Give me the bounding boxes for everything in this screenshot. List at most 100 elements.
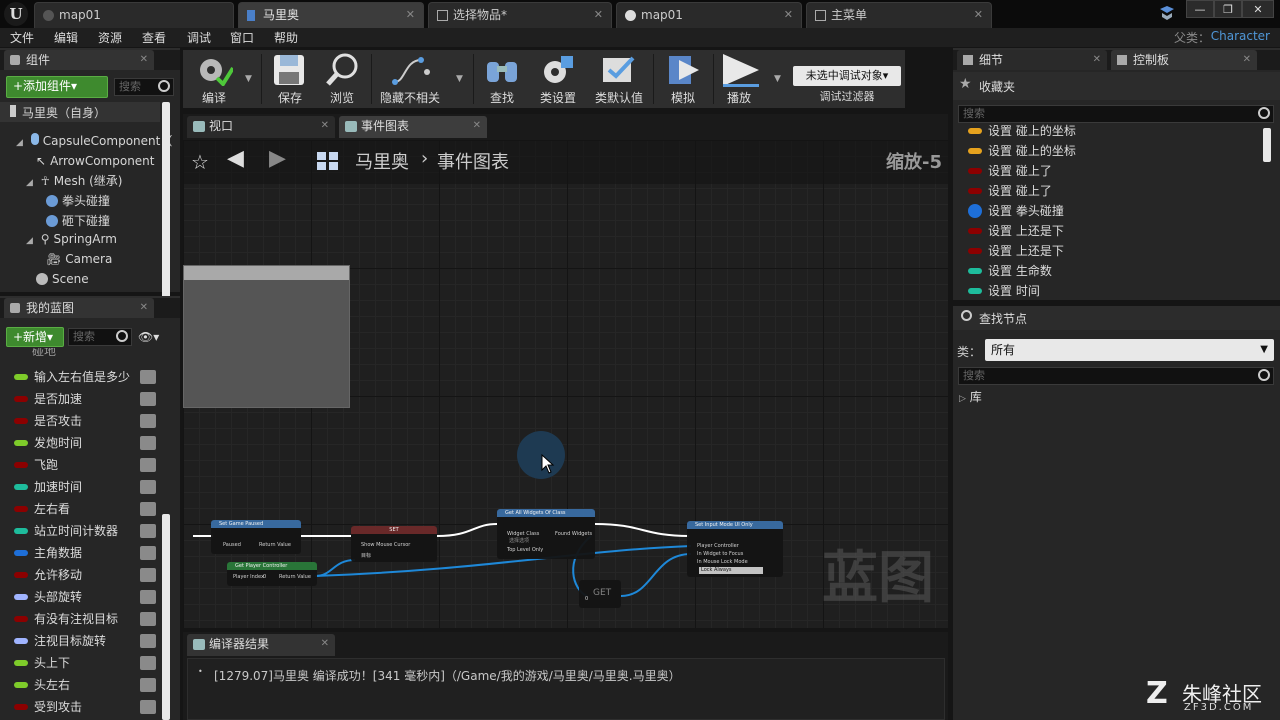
tree-item-camera[interactable]: 🎥︎ Camera — [46, 252, 112, 266]
visibility-icon[interactable] — [140, 568, 156, 582]
close-icon[interactable]: ✕ — [784, 3, 793, 27]
variable-item[interactable]: 头左右 — [14, 674, 156, 696]
class-defaults-button[interactable]: 类默认值 — [589, 50, 649, 108]
favorite-item[interactable]: 设置 上还是下 — [968, 241, 1064, 261]
close-icon[interactable]: ✕ — [974, 3, 983, 27]
components-search-input[interactable]: 搜索 — [114, 78, 174, 96]
visibility-icon[interactable] — [140, 502, 156, 516]
components-scrollbar[interactable] — [162, 102, 170, 308]
visibility-icon[interactable] — [140, 414, 156, 428]
unreal-logo-icon[interactable]: U — [4, 2, 28, 26]
tab-main-menu[interactable]: 主菜单 ✕ — [806, 2, 992, 28]
tab-palette[interactable]: 控制板 ✕ — [1111, 50, 1257, 70]
favorite-item[interactable]: 设置 碰上了 — [968, 181, 1052, 201]
favorite-item[interactable]: 设置 上还是下 — [968, 221, 1064, 241]
tree-item-mesh[interactable]: ◢ ☥ Mesh (继承) — [26, 172, 122, 189]
add-component-button[interactable]: +添加组件▾ — [6, 76, 108, 98]
node-set-show-mouse-cursor[interactable]: SET Show Mouse Cursor 目标 — [351, 526, 437, 562]
tab-mario[interactable]: 马里奥 ✕ — [238, 2, 424, 28]
visibility-icon[interactable] — [140, 612, 156, 626]
menu-view[interactable]: 查看 — [142, 29, 166, 46]
favorite-item[interactable]: 设置 碰上了 — [968, 161, 1052, 181]
play-button[interactable]: 播放 — [717, 50, 761, 108]
visibility-icon[interactable] — [140, 480, 156, 494]
variable-item[interactable]: 注视目标旋转 — [14, 630, 156, 652]
variable-item[interactable]: 主角数据 — [14, 542, 156, 564]
node-set-input-mode-ui-only[interactable]: Set Input Mode UI Only Player Controller… — [687, 521, 783, 577]
simulate-button[interactable]: 模拟 — [657, 50, 709, 108]
chevron-down-icon[interactable]: ▼ — [245, 74, 252, 84]
favorite-item[interactable]: 设置 碰上的坐标 — [968, 141, 1076, 161]
chevron-down-icon[interactable]: ▼ — [774, 74, 781, 84]
variable-item[interactable]: 头上下 — [14, 652, 156, 674]
tree-item-smash[interactable]: 砸下碰撞 — [46, 212, 110, 229]
tree-item-self[interactable]: 马里奥（自身） — [10, 104, 106, 121]
blueprint-scrollbar[interactable] — [162, 514, 170, 720]
variable-item[interactable]: 是否加速 — [14, 388, 156, 410]
compile-button[interactable]: 编译 — [187, 50, 241, 108]
node-get-player-controller[interactable]: Get Player Controller Player Index 0 Ret… — [227, 562, 317, 586]
save-button[interactable]: 保存 — [265, 50, 315, 108]
hide-unrelated-button[interactable]: 隐藏不相关 — [375, 50, 445, 108]
tab-details[interactable]: 细节 ✕ — [957, 50, 1107, 70]
variable-item[interactable]: 是否攻击 — [14, 410, 156, 432]
class-settings-button[interactable]: 类设置 — [533, 50, 583, 108]
menu-file[interactable]: 文件 — [10, 29, 34, 46]
tree-item-scene[interactable]: Scene — [36, 272, 89, 286]
variable-item[interactable]: 允许移动 — [14, 564, 156, 586]
compiler-results-tab[interactable]: 编译器结果 ✕ — [187, 634, 335, 656]
tab-map01[interactable]: map01 — [34, 2, 234, 28]
visibility-icon[interactable] — [140, 436, 156, 450]
visibility-icon[interactable] — [140, 678, 156, 692]
variable-item[interactable]: 加速时间 — [14, 476, 156, 498]
tab-select-item[interactable]: 选择物品* ✕ — [428, 2, 612, 28]
event-graph-canvas[interactable]: ☆ ◀ ▶ 马里奥 › 事件图表 缩放-5 Set Game Paused Pa… — [183, 140, 948, 628]
close-icon[interactable]: ✕ — [594, 3, 603, 27]
variable-item[interactable]: 头部旋转 — [14, 586, 156, 608]
variable-item[interactable]: 左右看 — [14, 498, 156, 520]
eye-icon[interactable]: 👁︎▾ — [138, 330, 168, 344]
favorite-item[interactable]: 设置 碰上的坐标 — [968, 121, 1076, 141]
close-icon[interactable]: ✕ — [406, 3, 415, 27]
chevron-down-icon[interactable]: ▼ — [456, 74, 463, 84]
close-icon[interactable]: ✕ — [140, 50, 148, 70]
close-icon[interactable]: ✕ — [1243, 50, 1251, 70]
visibility-icon[interactable] — [140, 590, 156, 604]
tree-item-springarm[interactable]: ◢ ⚲ SpringArm — [26, 232, 117, 246]
node-get-all-widgets[interactable]: Get All Widgets Of Class Widget Class 选择… — [497, 509, 595, 559]
variable-item[interactable]: 发炮时间 — [14, 432, 156, 454]
menu-help[interactable]: 帮助 — [274, 29, 298, 46]
class-select[interactable]: 所有 ▼ — [985, 339, 1274, 361]
close-icon[interactable]: ✕ — [1093, 50, 1101, 70]
blueprint-search-input[interactable]: 搜索 — [68, 328, 132, 346]
close-icon[interactable]: ✕ — [321, 634, 329, 654]
find-node-search-input[interactable]: 搜索 — [958, 367, 1274, 385]
close-window-button[interactable]: ✕ — [1242, 0, 1274, 18]
tree-item-fist[interactable]: 拳头碰撞 — [46, 192, 110, 209]
menu-edit[interactable]: 编辑 — [54, 29, 78, 46]
visibility-icon[interactable] — [140, 392, 156, 406]
variable-item[interactable]: 受到攻击 — [14, 696, 156, 718]
close-icon[interactable]: ✕ — [473, 116, 481, 136]
tab-viewport[interactable]: 视口 ✕ — [187, 116, 335, 138]
visibility-icon[interactable] — [140, 656, 156, 670]
visibility-icon[interactable] — [140, 370, 156, 384]
maximize-button[interactable]: ❐ — [1214, 0, 1242, 18]
node-get-array-item[interactable]: GET 0 — [579, 580, 621, 608]
favorite-item[interactable]: 设置 生命数 — [968, 261, 1052, 281]
variable-item[interactable]: 站立时间计数器 — [14, 520, 156, 542]
visibility-icon[interactable] — [140, 524, 156, 538]
close-icon[interactable]: ✕ — [140, 298, 148, 318]
tree-item-capsule[interactable]: ◢ CapsuleComponent（ — [16, 132, 172, 149]
variable-item[interactable]: 输入左右值是多少 — [14, 366, 156, 388]
menu-debug[interactable]: 调试 — [187, 29, 211, 46]
visibility-icon[interactable] — [140, 700, 156, 714]
find-button[interactable]: 查找 — [477, 50, 527, 108]
components-tab[interactable]: 组件 ✕ — [4, 50, 154, 70]
my-blueprint-tab[interactable]: 我的蓝图 ✕ — [4, 298, 154, 318]
favorite-item[interactable]: 设置 时间 — [968, 281, 1040, 301]
tree-item-arrow[interactable]: ↖ ArrowComponent（ — [36, 152, 167, 169]
variable-item[interactable]: 飞跑 — [14, 454, 156, 476]
tab-map01-level[interactable]: map01 ✕ — [616, 2, 802, 28]
parent-class-link[interactable]: Character — [1211, 29, 1270, 43]
